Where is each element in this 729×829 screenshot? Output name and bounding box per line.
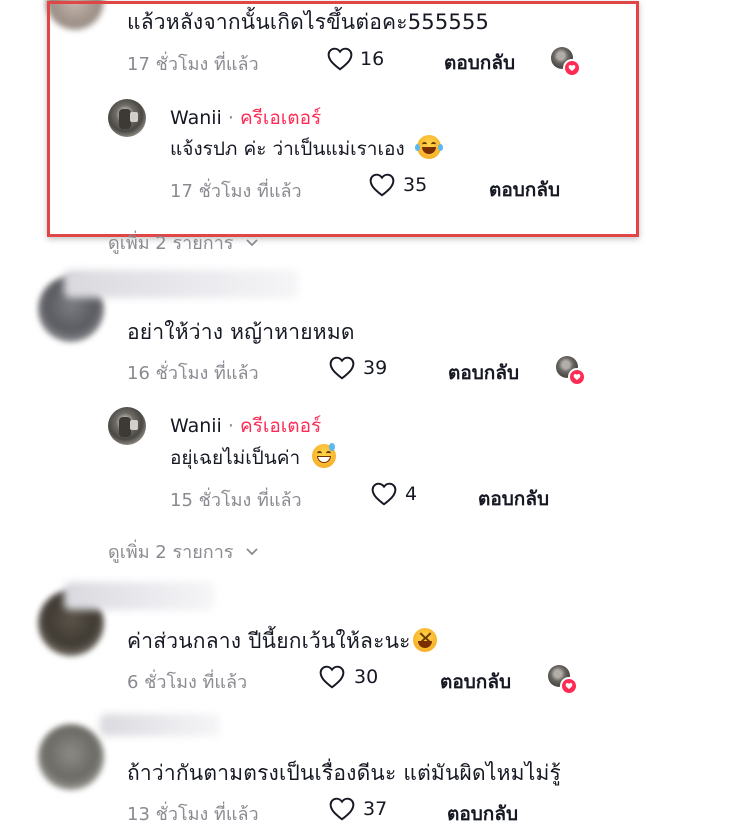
view-more-label: ดูเพิ่ม 2 รายการ [108, 542, 234, 563]
view-more-label: ดูเพิ่ม 2 รายการ [108, 233, 234, 254]
reply-button[interactable]: ตอบกลับ [447, 799, 518, 829]
comment-text: อย่าให้ว่าง หญ้าหายหมด [127, 320, 355, 344]
reply-button[interactable]: ตอบกลับ [440, 667, 511, 697]
comment-time: 6 ชั่วโมง ที่แล้ว [127, 672, 248, 693]
creator-liked-indicator [548, 665, 578, 695]
reply-button[interactable]: ตอบกลับ [478, 484, 549, 514]
creator-avatar[interactable] [108, 407, 146, 445]
comment-text-content: ค่าส่วนกลาง ปีนี้ยกเว้นให้ละนะ [127, 629, 411, 653]
squinting-laugh-emoji-icon [412, 628, 437, 652]
reply-author: Wanii · ครีเอเตอร์ [170, 411, 321, 441]
comment-text: ถ้าว่ากันตามตรงเป็นเรื่องดีนะ แต่มันผิดไ… [127, 761, 561, 785]
separator: · [227, 415, 234, 437]
heart-icon[interactable] [329, 797, 355, 821]
view-more-replies[interactable]: ดูเพิ่ม 2 รายการ [108, 537, 259, 566]
view-more-replies[interactable]: ดูเพิ่ม 2 รายการ [108, 228, 259, 257]
heart-icon [568, 368, 586, 386]
reply-text: อยุ่เฉยไม่เป็นค่า [170, 443, 337, 473]
like-count: 4 [405, 483, 418, 505]
heart-icon[interactable] [371, 482, 397, 506]
highlight-annotation-box [47, 1, 639, 237]
chevron-down-icon [246, 239, 258, 247]
like-count: 30 [354, 666, 379, 688]
reply-text-content: อยุ่เฉยไม่เป็นค่า [170, 447, 301, 469]
commenter-name-redacted [64, 270, 298, 298]
commenter-avatar[interactable] [38, 724, 104, 790]
comment-time: 13 ชั่วโมง ที่แล้ว [127, 804, 259, 825]
heart-icon [560, 677, 578, 695]
heart-icon[interactable] [319, 665, 345, 689]
comment-text: ค่าส่วนกลาง ปีนี้ยกเว้นให้ละนะ [127, 625, 437, 658]
grinning-sweat-emoji-icon [312, 443, 337, 468]
reply-button[interactable]: ตอบกลับ [448, 358, 519, 388]
chevron-down-icon [246, 548, 258, 556]
commenter-name-redacted [100, 714, 220, 736]
reply-time: 15 ชั่วโมง ที่แล้ว [170, 490, 302, 511]
heart-icon[interactable] [329, 356, 355, 380]
author-name[interactable]: Wanii [170, 415, 222, 437]
like-count: 39 [363, 357, 388, 379]
commenter-name-redacted [64, 582, 214, 610]
comment-time: 16 ชั่วโมง ที่แล้ว [127, 363, 259, 384]
creator-liked-indicator [556, 356, 586, 386]
creator-badge: ครีเอเตอร์ [239, 415, 322, 437]
like-count: 37 [363, 798, 388, 820]
